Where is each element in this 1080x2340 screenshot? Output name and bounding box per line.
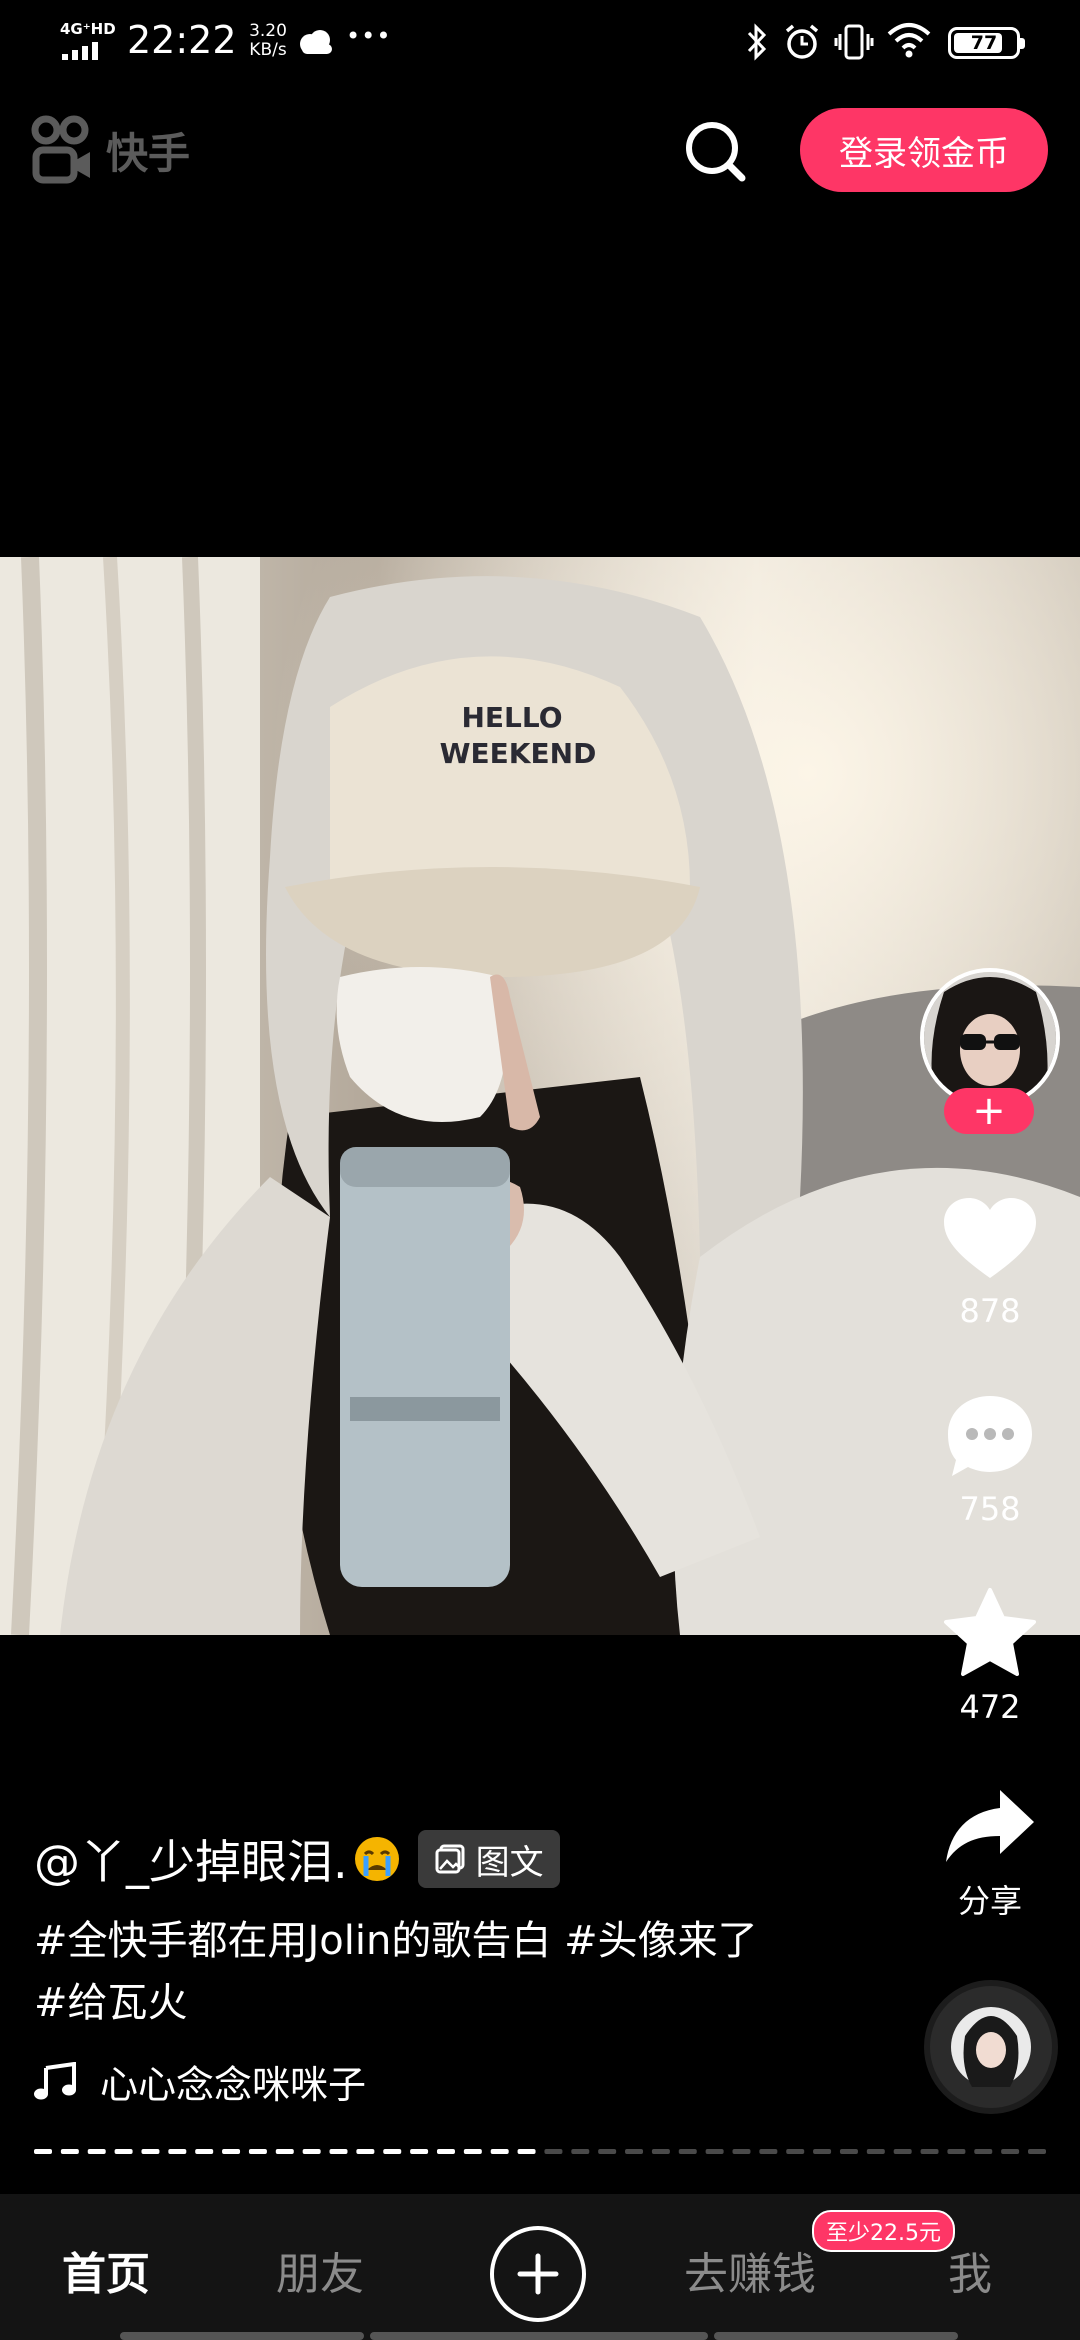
progress-segment — [168, 2149, 187, 2154]
progress-segment — [302, 2149, 321, 2154]
progress-segment — [195, 2149, 214, 2154]
signal-bars-icon — [62, 42, 98, 60]
author-avatar-wrap[interactable] — [920, 968, 1060, 1108]
image-text-badge[interactable]: 图文 — [417, 1830, 560, 1888]
tab-me[interactable]: 我 — [948, 2238, 992, 2302]
progress-segment — [974, 2149, 993, 2154]
type-badge-label: 图文 — [475, 1842, 544, 1883]
comment-button[interactable]: 758 — [930, 1392, 1050, 1528]
progress-segment — [463, 2149, 482, 2154]
share-button[interactable]: 分享 — [930, 1786, 1050, 1922]
progress-segment — [222, 2149, 241, 2154]
progress-segment — [678, 2149, 697, 2154]
progress-segment — [893, 2149, 912, 2154]
progress-segment — [705, 2149, 724, 2154]
post-description[interactable]: #全快手都在用Jolin的歌告白 #头像来了 #给瓦火 — [34, 1910, 774, 2034]
favorite-button[interactable]: 472 — [930, 1586, 1050, 1726]
author-avatar[interactable] — [920, 968, 1060, 1108]
tab-home[interactable]: 首页 — [62, 2238, 150, 2302]
progress-segment — [759, 2149, 778, 2154]
like-count: 878 — [959, 1292, 1021, 1330]
heart-icon — [944, 1198, 1036, 1278]
wifi-icon — [887, 23, 931, 58]
status-bar: 4G⁺HD 22:22 3.20 KB/s ••• 77 — [0, 0, 1080, 84]
crying-emoji-icon — [354, 1837, 399, 1881]
tab-earn[interactable]: 去赚钱 — [684, 2238, 816, 2302]
music-info[interactable]: 心心念念咪咪子 — [34, 2054, 366, 2109]
plus-icon — [517, 2253, 559, 2295]
speed-unit: KB/s — [249, 40, 287, 60]
music-title: 心心念念咪咪子 — [100, 2063, 367, 2107]
progress-segment — [651, 2149, 670, 2154]
progress-segment — [544, 2149, 563, 2154]
tab-friends[interactable]: 朋友 — [276, 2238, 364, 2302]
speed-value: 3.20 — [249, 21, 287, 41]
progress-segment — [598, 2149, 617, 2154]
progress-segment — [1001, 2149, 1020, 2154]
svg-text:WEEKEND: WEEKEND — [440, 737, 597, 770]
battery-level: 77 — [970, 32, 998, 54]
status-time: 22:22 — [127, 18, 237, 62]
star-icon — [944, 1588, 1036, 1676]
create-post-button[interactable] — [490, 2226, 586, 2322]
progress-segment — [866, 2149, 885, 2154]
progress-segment — [490, 2149, 509, 2154]
music-disc[interactable] — [924, 1980, 1058, 2114]
battery-indicator: 77 — [948, 27, 1025, 59]
share-icon — [946, 1790, 1034, 1862]
network-type: 4G⁺HD — [60, 20, 116, 38]
favorite-count: 472 — [959, 1688, 1021, 1726]
gesture-bar — [714, 2332, 958, 2340]
progress-segment — [248, 2149, 267, 2154]
author-name[interactable]: @丫_少掉眼泪. — [34, 1826, 348, 1892]
progress-segment — [813, 2149, 832, 2154]
progress-segment — [410, 2149, 429, 2154]
like-button[interactable]: 878 — [930, 1196, 1050, 1330]
logo-text[interactable]: 快手 — [106, 120, 190, 181]
progress-segment — [625, 2149, 644, 2154]
author-line: @丫_少掉眼泪. 图文 — [34, 1826, 560, 1892]
progress-segment — [275, 2149, 294, 2154]
progress-segment — [87, 2149, 106, 2154]
progress-segment — [60, 2149, 79, 2154]
network-speed: 3.20 KB/s — [238, 22, 298, 60]
progress-segment — [732, 2149, 751, 2154]
image-icon — [435, 1844, 465, 1874]
progress-segment — [383, 2149, 402, 2154]
photo-progress-indicator — [34, 2149, 1046, 2154]
progress-segment — [839, 2149, 858, 2154]
progress-segment — [356, 2149, 375, 2154]
svg-text:HELLO: HELLO — [461, 701, 562, 734]
earn-reward-badge: 至少22.5元 — [812, 2210, 955, 2252]
kuaishou-logo-icon[interactable] — [30, 114, 94, 186]
bottom-nav: 首页 朋友 去赚钱 至少22.5元 我 — [0, 2194, 1080, 2340]
vibrate-icon — [834, 24, 874, 60]
login-earn-coins-button[interactable]: 登录领金币 — [800, 108, 1048, 192]
progress-segment — [920, 2149, 939, 2154]
progress-segment — [114, 2149, 133, 2154]
progress-segment — [571, 2149, 590, 2154]
comment-icon — [948, 1396, 1032, 1476]
share-label: 分享 — [957, 1882, 1022, 1920]
progress-segment — [786, 2149, 805, 2154]
progress-segment — [329, 2149, 348, 2154]
music-note-icon — [34, 2061, 76, 2099]
progress-segment — [947, 2149, 966, 2154]
follow-button[interactable]: + — [944, 1088, 1034, 1134]
post-image[interactable]: HELLO WEEKEND — [0, 557, 1080, 1635]
progress-segment — [34, 2149, 52, 2154]
progress-segment — [141, 2149, 160, 2154]
more-status-icon: ••• — [346, 22, 392, 50]
progress-segment — [1028, 2149, 1046, 2154]
search-icon[interactable] — [676, 112, 756, 192]
bluetooth-icon — [747, 23, 767, 61]
progress-segment — [436, 2149, 455, 2154]
gesture-bar — [370, 2332, 708, 2340]
comment-count: 758 — [959, 1490, 1021, 1528]
progress-segment — [517, 2149, 536, 2154]
gesture-bar — [120, 2332, 364, 2340]
alarm-icon — [785, 24, 819, 59]
cloud-icon — [300, 30, 332, 54]
